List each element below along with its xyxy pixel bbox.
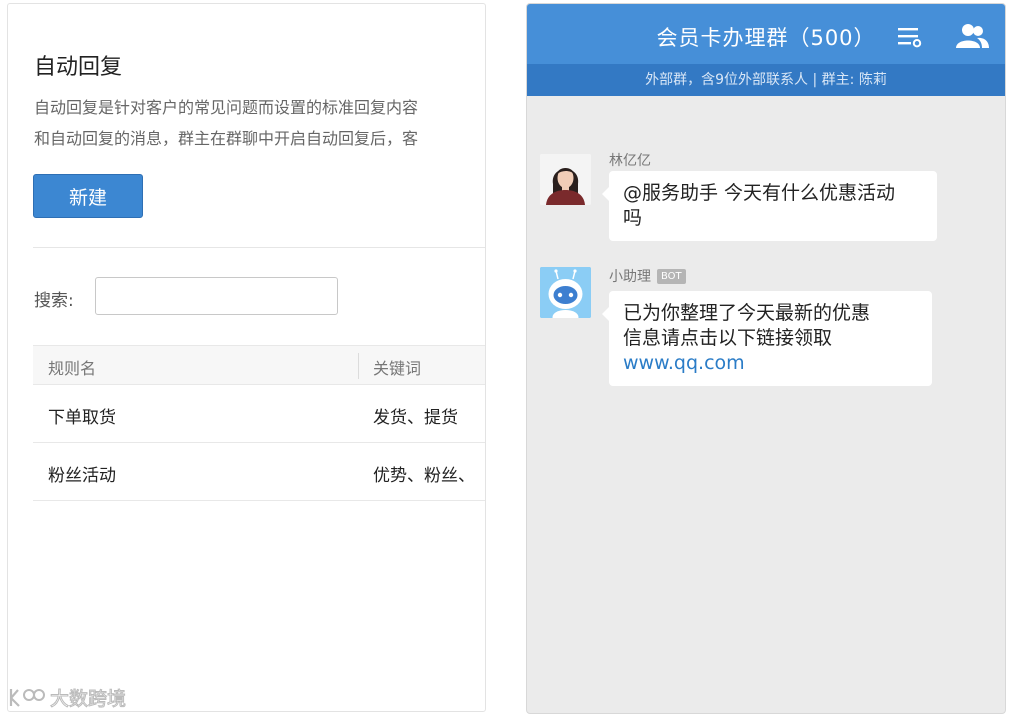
menu-icon[interactable] xyxy=(898,26,922,48)
table-header: 规则名 关键词 xyxy=(33,345,485,385)
rule-name-cell: 粉丝活动 xyxy=(48,466,116,486)
watermark-text: 大数跨境 xyxy=(49,688,127,711)
divider xyxy=(33,247,485,248)
search-label: 搜索: xyxy=(34,291,74,311)
description-line-1: 自动回复是针对客户的常见问题而设置的标准回复内容 xyxy=(34,98,419,117)
group-chat-window: 会员卡办理群（500） 外部群，含9位外部联系人 | 群主: 陈莉 林亿亿 @服… xyxy=(526,3,1006,714)
message-text: 吗 xyxy=(623,207,643,229)
chat-subtitle: 外部群，含9位外部联系人 | 群主: 陈莉 xyxy=(527,64,1005,96)
keywords-cell: 发货、提货 xyxy=(373,408,458,428)
user-avatar[interactable] xyxy=(540,154,591,205)
auto-reply-panel: 自动回复 自动回复是针对客户的常见问题而设置的标准回复内容 和自动回复的消息，群… xyxy=(7,3,486,712)
bot-badge: BOT xyxy=(657,269,686,284)
chat-title: 会员卡办理群（500） xyxy=(656,26,876,50)
message-link[interactable]: www.qq.com xyxy=(623,351,918,376)
robot-avatar[interactable] xyxy=(540,267,591,318)
message-bubble[interactable]: 已为你整理了今天最新的优惠 信息请点击以下链接领取 www.qq.com xyxy=(602,291,932,386)
page-title: 自动回复 xyxy=(34,55,123,80)
column-header-keywords: 关键词 xyxy=(373,359,422,378)
watermark: 大数跨境 xyxy=(8,684,127,711)
message-text: @服务助手 今天有什么优惠活动 xyxy=(623,182,896,204)
contacts-icon[interactable] xyxy=(955,23,989,49)
description-line-2: 和自动回复的消息，群主在群聊中开启自动回复后，客 xyxy=(34,129,419,148)
search-input[interactable] xyxy=(95,277,338,315)
sender-name: 林亿亿 xyxy=(609,153,651,169)
rules-table: 规则名 关键词 下单取货 发货、提货 粉丝活动 优势、粉丝、 xyxy=(33,345,485,501)
message-bubble[interactable]: @服务助手 今天有什么优惠活动 吗 xyxy=(602,171,937,241)
message-text: 信息请点击以下链接领取 xyxy=(623,327,833,349)
keywords-cell: 优势、粉丝、 xyxy=(373,466,475,486)
message-text: 已为你整理了今天最新的优惠 xyxy=(623,302,871,324)
rule-name-cell: 下单取货 xyxy=(48,408,116,428)
chat-header: 会员卡办理群（500） xyxy=(527,4,1005,64)
column-separator xyxy=(358,353,359,379)
user-avatar-image xyxy=(540,154,591,205)
new-rule-button[interactable]: 新建 xyxy=(33,174,143,218)
page-description: 自动回复是针对客户的常见问题而设置的标准回复内容 和自动回复的消息，群主在群聊中… xyxy=(34,92,485,154)
watermark-logo-icon xyxy=(9,688,45,707)
column-header-rule-name: 规则名 xyxy=(48,359,97,378)
table-row[interactable]: 下单取货 发货、提货 xyxy=(33,385,485,443)
robot-avatar-image xyxy=(540,267,591,318)
sender-name-text: 小助理 xyxy=(609,269,651,285)
sender-name: 小助理 BOT xyxy=(609,266,686,286)
table-row[interactable]: 粉丝活动 优势、粉丝、 xyxy=(33,443,485,501)
